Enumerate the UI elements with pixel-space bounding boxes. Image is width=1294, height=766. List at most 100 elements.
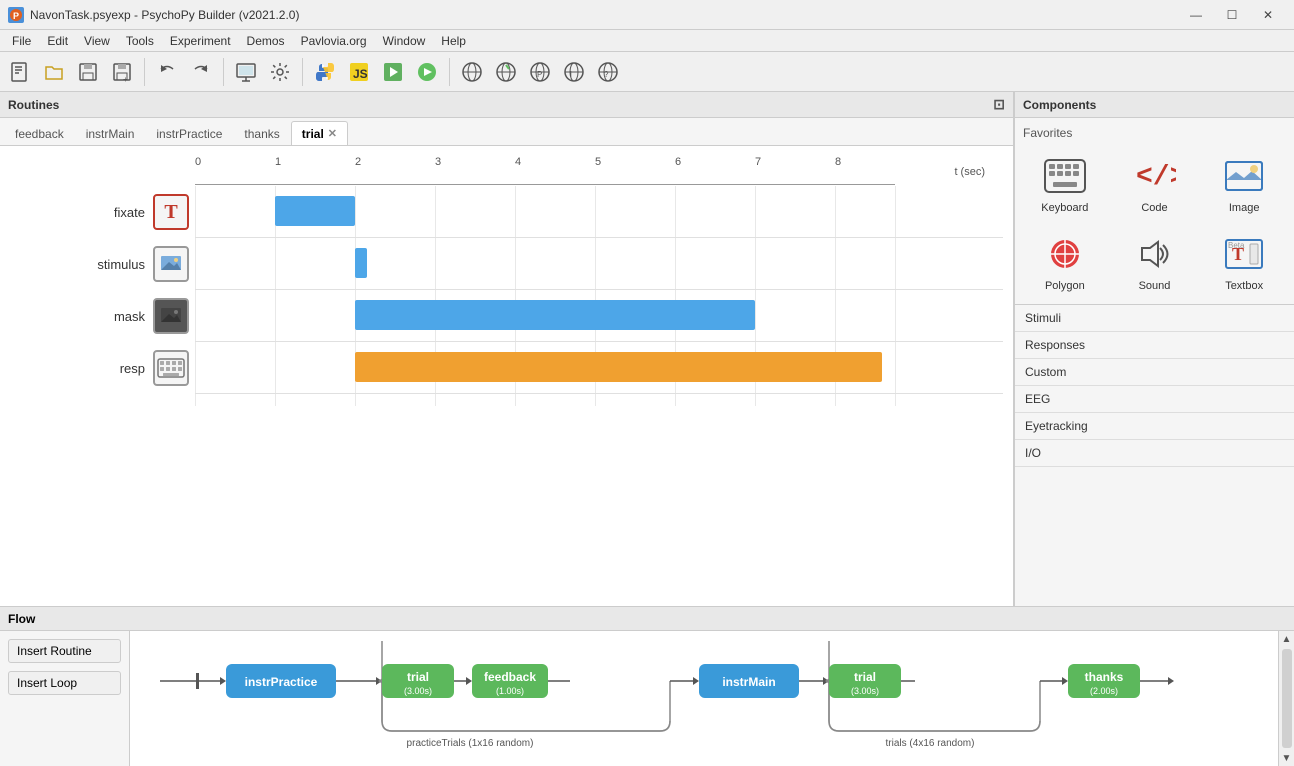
row-stimulus-track (195, 238, 1003, 290)
save-button[interactable] (72, 56, 104, 88)
insert-routine-button[interactable]: Insert Routine (8, 639, 121, 663)
tab-instrPractice-label: instrPractice (156, 127, 222, 141)
ruler-0: 0 (195, 156, 201, 168)
component-polygon[interactable]: Polygon (1023, 224, 1107, 296)
flow-label: Flow (8, 612, 35, 626)
menu-demos[interactable]: Demos (239, 30, 293, 52)
favorites-grid: Keyboard </> Code Image (1023, 146, 1286, 296)
row-mask-label: mask (73, 309, 153, 324)
component-textbox[interactable]: T Beta Textbox (1202, 224, 1286, 296)
row-stimulus-label: stimulus (73, 257, 153, 272)
js-button[interactable]: JS (343, 56, 375, 88)
tab-trial[interactable]: trial ✕ (291, 121, 348, 145)
flow-canvas: instrPractice trial (3.00s) (130, 631, 1278, 766)
menu-edit[interactable]: Edit (39, 30, 76, 52)
resp-bar[interactable] (355, 352, 882, 382)
globe2-button[interactable] (490, 56, 522, 88)
svg-text:?: ? (604, 70, 609, 79)
category-custom[interactable]: Custom (1015, 359, 1294, 386)
menu-window[interactable]: Window (375, 30, 434, 52)
fixate-bar[interactable] (275, 196, 355, 226)
open-button[interactable] (38, 56, 70, 88)
ruler-2: 2 (355, 156, 361, 168)
svg-text:</>: </> (1136, 162, 1176, 193)
tab-trial-close[interactable]: ✕ (328, 127, 337, 140)
svg-text:P: P (537, 70, 542, 79)
sound-icon (1128, 228, 1180, 280)
monitor-button[interactable] (230, 56, 262, 88)
row-stimulus-icon[interactable] (153, 246, 189, 282)
tab-instrMain[interactable]: instrMain (75, 121, 146, 145)
menu-help[interactable]: Help (433, 30, 474, 52)
globe1-button[interactable] (456, 56, 488, 88)
save-as-button[interactable]: + (106, 56, 138, 88)
runner-button[interactable] (377, 56, 409, 88)
new-button[interactable] (4, 56, 36, 88)
image-label: Image (1229, 202, 1260, 214)
redo-button[interactable] (185, 56, 217, 88)
settings-button[interactable] (264, 56, 296, 88)
flow-svg: instrPractice trial (3.00s) (130, 631, 1278, 766)
menu-experiment[interactable]: Experiment (162, 30, 239, 52)
svg-text:thanks: thanks (1085, 670, 1124, 684)
svg-text:(3.00s): (3.00s) (851, 686, 879, 696)
tab-feedback[interactable]: feedback (4, 121, 75, 145)
menu-pavlovia[interactable]: Pavlovia.org (293, 30, 375, 52)
flow-sidebar: Insert Routine Insert Loop (0, 631, 130, 766)
insert-loop-button[interactable]: Insert Loop (8, 671, 121, 695)
category-io[interactable]: I/O (1015, 440, 1294, 467)
code-icon: </> (1128, 150, 1180, 202)
menu-file[interactable]: File (4, 30, 39, 52)
components-header: Components (1015, 92, 1294, 118)
scroll-thumb[interactable] (1282, 649, 1292, 748)
favorites-label: Favorites (1023, 126, 1286, 140)
row-resp: resp (10, 342, 1003, 394)
svg-text:trials (4x16 random): trials (4x16 random) (886, 738, 975, 749)
svg-text:i: i (570, 70, 572, 79)
component-code[interactable]: </> Code (1113, 146, 1197, 218)
category-eeg[interactable]: EEG (1015, 386, 1294, 413)
svg-text:trial: trial (407, 670, 429, 684)
python-button[interactable] (309, 56, 341, 88)
menu-tools[interactable]: Tools (118, 30, 162, 52)
globe5-button[interactable]: ? (592, 56, 624, 88)
row-fixate-label: fixate (73, 205, 153, 220)
component-image[interactable]: Image (1202, 146, 1286, 218)
row-fixate-icon[interactable]: T (153, 194, 189, 230)
svg-text:P: P (13, 11, 19, 21)
restore-button[interactable]: ⊡ (993, 96, 1005, 113)
flow-scrollbar: ▲ ▼ (1278, 631, 1294, 766)
stimulus-bar[interactable] (355, 248, 367, 278)
ruler-4: 4 (515, 156, 521, 168)
row-resp-icon[interactable] (153, 350, 189, 386)
row-stimulus: stimulus (10, 238, 1003, 290)
window-title: NavonTask.psyexp - PsychoPy Builder (v20… (30, 8, 1178, 22)
category-stimuli[interactable]: Stimuli (1015, 305, 1294, 332)
scroll-up[interactable]: ▲ (1279, 631, 1294, 647)
minimize-button[interactable]: — (1178, 0, 1214, 30)
titlebar: P NavonTask.psyexp - PsychoPy Builder (v… (0, 0, 1294, 30)
menu-view[interactable]: View (76, 30, 118, 52)
undo-button[interactable] (151, 56, 183, 88)
run-button[interactable] (411, 56, 443, 88)
scroll-down[interactable]: ▼ (1279, 750, 1294, 766)
globe4-button[interactable]: i (558, 56, 590, 88)
tab-instrPractice[interactable]: instrPractice (145, 121, 233, 145)
close-button[interactable]: ✕ (1250, 0, 1286, 30)
ruler-1: 1 (275, 156, 281, 168)
main-layout: Routines ⊡ feedback instrMain instrPract… (0, 92, 1294, 766)
components-label: Components (1023, 98, 1096, 112)
component-sound[interactable]: Sound (1113, 224, 1197, 296)
svg-text:(2.00s): (2.00s) (1090, 686, 1118, 696)
row-mask-icon[interactable] (153, 298, 189, 334)
tab-thanks[interactable]: thanks (233, 121, 290, 145)
mask-bar[interactable] (355, 300, 755, 330)
polygon-icon (1039, 228, 1091, 280)
category-responses[interactable]: Responses (1015, 332, 1294, 359)
component-keyboard[interactable]: Keyboard (1023, 146, 1107, 218)
globe3-button[interactable]: P (524, 56, 556, 88)
category-eyetracking[interactable]: Eyetracking (1015, 413, 1294, 440)
sep1 (144, 58, 145, 86)
svg-text:practiceTrials (1x16 random): practiceTrials (1x16 random) (407, 738, 534, 749)
maximize-button[interactable]: ☐ (1214, 0, 1250, 30)
